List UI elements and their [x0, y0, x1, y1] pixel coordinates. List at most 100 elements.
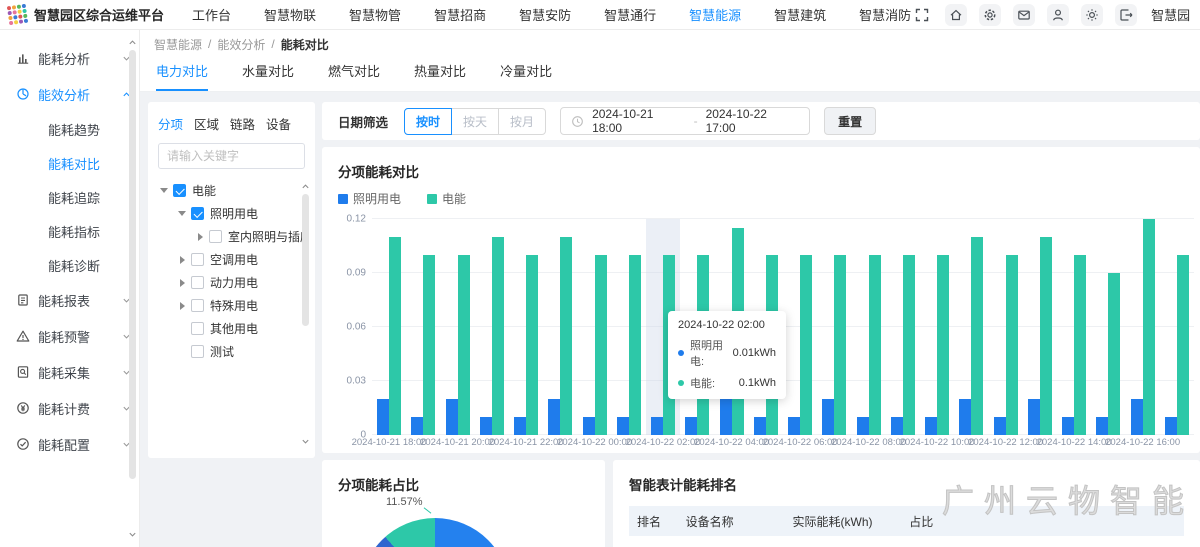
sidebar-subitem[interactable]: 能耗指标: [0, 214, 139, 248]
reset-button[interactable]: 重置: [824, 107, 876, 135]
date-mode-button[interactable]: 按天: [451, 108, 499, 135]
y-axis-tick-label: 0.03: [347, 376, 366, 387]
sidebar-item[interactable]: 能耗预警: [0, 318, 139, 354]
tree-node[interactable]: 测试: [158, 340, 305, 363]
sidebar-scrollbar[interactable]: [127, 38, 138, 539]
tree-node-label[interactable]: 测试: [210, 343, 234, 360]
scrollbar-thumb[interactable]: [302, 194, 309, 326]
sidebar-subitem[interactable]: 能耗诊断: [0, 248, 139, 282]
caret-closed-icon[interactable]: [176, 254, 188, 266]
home-button[interactable]: [945, 4, 967, 26]
tree-node[interactable]: 其他用电: [158, 317, 305, 340]
tree-checkbox[interactable]: [191, 299, 204, 312]
caret-open-icon[interactable]: [158, 185, 170, 197]
y-axis-tick-label: 0.06: [347, 322, 366, 333]
bar: [903, 255, 915, 435]
brightness-button[interactable]: [1081, 4, 1103, 26]
scrollbar-track[interactable]: [302, 194, 309, 434]
pie-chart[interactable]: [360, 518, 510, 547]
caret-closed-icon[interactable]: [176, 277, 188, 289]
tree-node[interactable]: 特殊用电: [158, 294, 305, 317]
scroll-up-icon[interactable]: [301, 182, 310, 191]
tree-node-label[interactable]: 特殊用电: [210, 297, 258, 314]
tree-tab[interactable]: 设备: [266, 114, 291, 133]
scrollbar-track[interactable]: [129, 50, 136, 527]
mail-button[interactable]: [1013, 4, 1035, 26]
tree-tab[interactable]: 分项: [158, 114, 183, 133]
sidebar-subitem[interactable]: 能耗追踪: [0, 180, 139, 214]
sidebar-subitem[interactable]: 能耗趋势: [0, 112, 139, 146]
legend-item[interactable]: 照明用电: [338, 190, 401, 207]
sidebar-subitem[interactable]: 能耗对比: [0, 146, 139, 180]
top-menu-item[interactable]: 智慧能源: [689, 5, 741, 24]
range-end[interactable]: 2024-10-22 17:00: [706, 107, 800, 135]
scrollbar-thumb[interactable]: [129, 50, 136, 479]
scroll-down-icon[interactable]: [301, 437, 310, 446]
caret-closed-icon[interactable]: [194, 231, 206, 243]
search-input[interactable]: [158, 143, 305, 169]
bar: [971, 237, 983, 435]
tree-node-label[interactable]: 室内照明与插座: [228, 228, 305, 245]
page-tab[interactable]: 冷量对比: [500, 61, 552, 91]
tree-checkbox[interactable]: [191, 322, 204, 335]
legend-label: 电能: [442, 190, 466, 207]
sidebar-item[interactable]: 能耗分析: [0, 40, 139, 76]
tree-tab[interactable]: 区域: [194, 114, 219, 133]
tree-scrollbar[interactable]: [300, 182, 310, 446]
tree-checkbox[interactable]: [191, 253, 204, 266]
tree-node[interactable]: 电能: [158, 179, 305, 202]
date-mode-button[interactable]: 按时: [404, 108, 452, 135]
user-name[interactable]: 智慧园: [1151, 5, 1190, 24]
top-menu-item[interactable]: 智慧招商: [434, 5, 486, 24]
gear-button[interactable]: [979, 4, 1001, 26]
fullscreen-button[interactable]: [911, 4, 933, 26]
page-tab[interactable]: 热量对比: [414, 61, 466, 91]
tree-node[interactable]: 照明用电: [158, 202, 305, 225]
tree-node[interactable]: 空调用电: [158, 248, 305, 271]
tree-node-label[interactable]: 照明用电: [210, 205, 258, 222]
page-tab[interactable]: 燃气对比: [328, 61, 380, 91]
tree-checkbox[interactable]: [209, 230, 222, 243]
top-menu-item[interactable]: 工作台: [192, 5, 231, 24]
tree-node-label[interactable]: 电能: [192, 182, 216, 199]
tree-node[interactable]: 室内照明与插座: [158, 225, 305, 248]
top-menu-item[interactable]: 智慧物联: [264, 5, 316, 24]
top-menu-item[interactable]: 智慧通行: [604, 5, 656, 24]
bar-pair: [441, 219, 475, 435]
range-start[interactable]: 2024-10-21 18:00: [592, 107, 686, 135]
tree-node-label[interactable]: 动力用电: [210, 274, 258, 291]
sidebar-item[interactable]: 能耗配置: [0, 426, 139, 462]
tree-checkbox[interactable]: [191, 276, 204, 289]
sidebar-item[interactable]: 能效分析: [0, 76, 139, 112]
tree-tab[interactable]: 链路: [230, 114, 255, 133]
date-range-picker[interactable]: 2024-10-21 18:00 - 2024-10-22 17:00: [560, 107, 810, 135]
sidebar-item[interactable]: 能耗采集: [0, 354, 139, 390]
bar-pair: [406, 219, 440, 435]
tree-node[interactable]: 动力用电: [158, 271, 305, 294]
caret-open-icon[interactable]: [176, 208, 188, 220]
legend-item[interactable]: 电能: [427, 190, 466, 207]
top-menu-item[interactable]: 智慧建筑: [774, 5, 826, 24]
sidebar-item[interactable]: 能耗计费: [0, 390, 139, 426]
top-menu-item[interactable]: 智慧安防: [519, 5, 571, 24]
tree-checkbox[interactable]: [191, 345, 204, 358]
top-menu-item[interactable]: 智慧物管: [349, 5, 401, 24]
breadcrumb: 智慧能源/能效分析/能耗对比: [140, 30, 1200, 58]
breadcrumb-item[interactable]: 智慧能源: [154, 36, 202, 53]
tree-checkbox[interactable]: [173, 184, 186, 197]
scroll-down-icon[interactable]: [128, 530, 137, 539]
scroll-up-icon[interactable]: [128, 38, 137, 47]
tree-node-label[interactable]: 空调用电: [210, 251, 258, 268]
user-button[interactable]: [1047, 4, 1069, 26]
bar-pair: [509, 219, 543, 435]
page-tab[interactable]: 水量对比: [242, 61, 294, 91]
exit-button[interactable]: [1115, 4, 1137, 26]
date-mode-button[interactable]: 按月: [498, 108, 546, 135]
tree-checkbox[interactable]: [191, 207, 204, 220]
tree-node-label[interactable]: 其他用电: [210, 320, 258, 337]
top-menu-item[interactable]: 智慧消防: [859, 5, 911, 24]
page-tab[interactable]: 电力对比: [156, 61, 208, 91]
caret-closed-icon[interactable]: [176, 300, 188, 312]
breadcrumb-item[interactable]: 能效分析: [217, 36, 265, 53]
sidebar-item[interactable]: 能耗报表: [0, 282, 139, 318]
